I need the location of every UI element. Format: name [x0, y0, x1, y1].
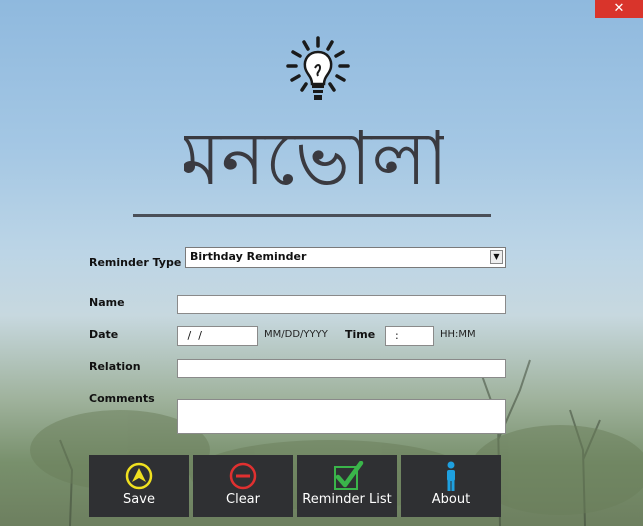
- person-icon: [447, 461, 455, 491]
- relation-field[interactable]: [177, 359, 506, 378]
- about-button[interactable]: About: [401, 455, 501, 517]
- date-field[interactable]: / /: [177, 326, 258, 346]
- comments-field[interactable]: [177, 399, 506, 434]
- clear-button-label: Clear: [226, 492, 260, 507]
- reminder-type-label: Reminder Type: [89, 256, 182, 269]
- about-button-label: About: [431, 492, 471, 507]
- lightbulb-icon: [286, 36, 350, 100]
- reminder-list-button[interactable]: Reminder List: [297, 455, 397, 517]
- comments-label: Comments: [89, 392, 155, 405]
- time-format-hint: HH:MM: [440, 329, 476, 340]
- clear-icon: [229, 462, 257, 490]
- svg-text:মনভোলা: মনভোলা: [184, 116, 444, 202]
- checkmark-icon: [334, 461, 364, 490]
- time-field[interactable]: :: [385, 326, 434, 346]
- date-format-hint: MM/DD/YYYY: [264, 329, 328, 340]
- relation-label: Relation: [89, 360, 141, 373]
- time-label: Time: [345, 328, 376, 341]
- reminder-list-button-label: Reminder List: [302, 492, 392, 507]
- save-button-label: Save: [123, 492, 155, 507]
- name-label: Name: [89, 296, 125, 309]
- save-button[interactable]: Save: [89, 455, 189, 517]
- close-button[interactable]: ✕: [595, 0, 643, 18]
- app-title: মনভোলা: [184, 116, 444, 202]
- date-label: Date: [89, 328, 119, 341]
- save-icon: [125, 462, 153, 490]
- chevron-down-icon[interactable]: ▼: [490, 250, 503, 264]
- app-window: ✕ মনভোলা Reminder Type Birthday Reminder…: [0, 0, 643, 526]
- reminder-type-select[interactable]: Birthday Reminder ▼: [185, 247, 506, 268]
- reminder-type-value: Birthday Reminder: [190, 250, 307, 263]
- title-divider: [133, 214, 491, 217]
- close-icon: ✕: [613, 1, 625, 16]
- name-field[interactable]: [177, 295, 506, 314]
- clear-button[interactable]: Clear: [193, 455, 293, 517]
